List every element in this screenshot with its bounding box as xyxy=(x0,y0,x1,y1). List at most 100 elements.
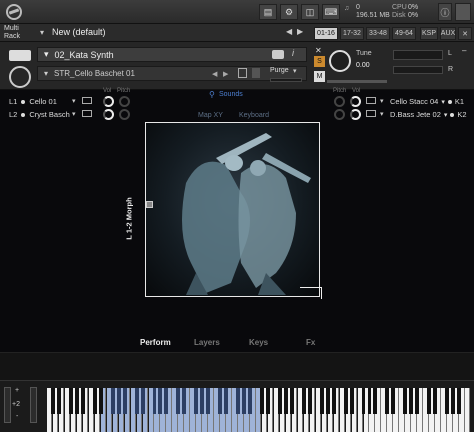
gear-icon[interactable]: ⚙ xyxy=(280,4,298,20)
instrument-dropdown-icon[interactable]: ▾ xyxy=(44,49,49,60)
layer-vol-knob[interactable] xyxy=(103,109,114,120)
layer-dropdown-icon[interactable]: ▾ xyxy=(72,97,76,105)
layer-row-1[interactable]: L1 Cello 01 xyxy=(9,97,57,106)
layer-row-2[interactable]: L2 Cryst Basch xyxy=(9,110,70,119)
tab-perform[interactable]: Perform xyxy=(140,338,171,347)
multi-name[interactable]: New (default) xyxy=(52,27,106,37)
black-key[interactable] xyxy=(289,388,294,414)
snapshot-name[interactable]: STR_Cello Baschet 01 xyxy=(54,69,135,78)
multi-prev-icon[interactable]: ◀ xyxy=(286,27,292,36)
octave-down-button[interactable]: - xyxy=(16,413,18,420)
snapshot-dropdown-icon[interactable]: ▾ xyxy=(44,69,48,78)
black-key[interactable] xyxy=(301,388,306,414)
black-key[interactable] xyxy=(427,388,432,414)
black-key[interactable] xyxy=(224,388,229,414)
black-key[interactable] xyxy=(325,388,330,414)
black-key[interactable] xyxy=(98,388,103,414)
layer-name[interactable]: Cryst Basch xyxy=(29,110,69,119)
black-key[interactable] xyxy=(349,388,354,414)
black-key[interactable] xyxy=(457,388,462,414)
black-key[interactable] xyxy=(385,388,390,414)
instrument-prev-icon[interactable]: ◀ xyxy=(212,70,217,78)
pitch-wheel[interactable] xyxy=(4,387,11,423)
snapshot-slot[interactable]: ▾ STR_Cello Baschet 01 xyxy=(37,66,307,81)
layer-vol-knob[interactable] xyxy=(350,96,361,107)
layer-name[interactable]: Cello 01 xyxy=(29,97,57,106)
morph-y-handle[interactable] xyxy=(146,201,153,208)
sounds-label[interactable]: Sounds xyxy=(219,91,243,98)
black-key[interactable] xyxy=(307,388,312,414)
layer-vol-knob[interactable] xyxy=(103,96,114,107)
layer-dropdown-icon[interactable]: ▾ xyxy=(380,97,384,105)
morph-xy-pad[interactable] xyxy=(145,122,320,297)
black-key[interactable] xyxy=(415,388,420,414)
save-icon[interactable]: ▤ xyxy=(259,4,277,20)
view-icon[interactable]: ◫ xyxy=(301,4,319,20)
black-key[interactable] xyxy=(367,388,372,414)
keyboard-map-label[interactable]: Keyboard xyxy=(239,112,269,119)
snapshot-save-icon[interactable] xyxy=(238,68,247,78)
key-dropdown-icon[interactable]: ▾ xyxy=(444,111,448,119)
key-name[interactable]: D.Bass Jete 02 xyxy=(390,110,441,119)
black-key[interactable] xyxy=(134,388,139,414)
black-key[interactable] xyxy=(200,388,205,414)
black-key[interactable] xyxy=(283,388,288,414)
morph-x-cursor[interactable] xyxy=(300,287,322,299)
black-key[interactable] xyxy=(236,388,241,414)
tune-knob[interactable] xyxy=(329,50,351,72)
mute-button[interactable]: M xyxy=(314,71,325,82)
layer-edit-icon[interactable] xyxy=(82,97,92,104)
black-key[interactable] xyxy=(194,388,199,414)
camera-icon[interactable] xyxy=(272,50,284,59)
piano-keyboard[interactable] xyxy=(47,388,471,432)
black-key[interactable] xyxy=(331,388,336,414)
range-tab-2[interactable]: 17-32 xyxy=(340,27,364,40)
instrument-name-slot[interactable]: ▾ 02_Kata Synth xyxy=(37,47,307,62)
key-row-1[interactable]: Cello Stacc 04 ▾ K1 xyxy=(390,97,464,106)
black-key[interactable] xyxy=(206,388,211,414)
black-key[interactable] xyxy=(182,388,187,414)
key-active-dot[interactable] xyxy=(447,99,452,104)
layer-edit-icon[interactable] xyxy=(366,110,376,117)
layer-edit-icon[interactable] xyxy=(366,97,376,104)
black-key[interactable] xyxy=(56,388,61,414)
key-row-2[interactable]: D.Bass Jete 02 ▾ K2 xyxy=(390,110,467,119)
key-dropdown-icon[interactable]: ▾ xyxy=(441,98,445,106)
layer-pitch-knob[interactable] xyxy=(119,109,130,120)
black-key[interactable] xyxy=(74,388,79,414)
multi-dropdown-icon[interactable]: ▾ xyxy=(40,28,44,37)
snapshot-delete-icon[interactable] xyxy=(252,68,260,78)
ksp-button[interactable]: KSP xyxy=(420,27,438,40)
range-tab-1[interactable]: 01-16 xyxy=(314,27,338,40)
aux-button[interactable]: AUX xyxy=(440,27,456,40)
instrument-minimize-icon[interactable]: – xyxy=(462,46,466,55)
layer-dropdown-icon[interactable]: ▾ xyxy=(380,110,384,118)
black-key[interactable] xyxy=(445,388,450,414)
black-key[interactable] xyxy=(51,388,55,414)
range-tab-3[interactable]: 33-48 xyxy=(366,27,390,40)
black-key[interactable] xyxy=(403,388,408,414)
pan-slider[interactable] xyxy=(327,80,387,83)
key-name[interactable]: Cello Stacc 04 xyxy=(390,97,438,106)
range-tab-4[interactable]: 49-64 xyxy=(392,27,416,40)
black-key[interactable] xyxy=(319,388,324,414)
layer-pitch-knob[interactable] xyxy=(119,96,130,107)
mod-wheel[interactable] xyxy=(30,387,37,423)
black-key[interactable] xyxy=(92,388,97,414)
keyboard-icon[interactable]: ⌨ xyxy=(322,4,340,20)
layer-active-dot[interactable] xyxy=(21,99,26,104)
rack-close-icon[interactable]: ✕ xyxy=(458,27,472,40)
black-key[interactable] xyxy=(343,388,348,414)
black-key[interactable] xyxy=(391,388,396,414)
white-key[interactable] xyxy=(465,388,471,432)
black-key[interactable] xyxy=(433,388,438,414)
black-key[interactable] xyxy=(110,388,115,414)
layer-active-dot[interactable] xyxy=(21,112,26,117)
info-i-icon[interactable]: i xyxy=(292,48,294,58)
sounds-search-icon[interactable]: ⚲ xyxy=(209,90,215,99)
black-key[interactable] xyxy=(164,388,169,414)
black-key[interactable] xyxy=(122,388,127,414)
black-key[interactable] xyxy=(409,388,414,414)
mapxy-label[interactable]: Map XY xyxy=(198,112,223,119)
black-key[interactable] xyxy=(277,388,282,414)
